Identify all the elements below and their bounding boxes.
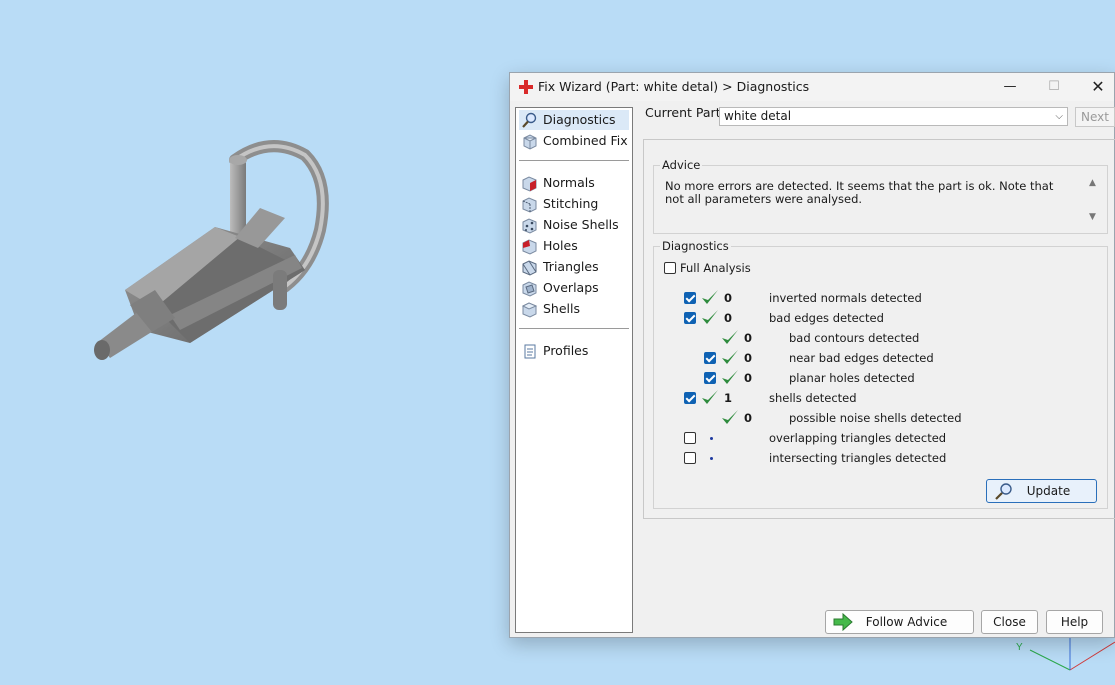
sidebar-item-label: Combined Fix xyxy=(543,133,628,148)
magnifier-icon xyxy=(995,483,1012,500)
check-mark-icon xyxy=(702,290,718,304)
sidebar-item-label: Profiles xyxy=(543,343,589,358)
diag-row-label: bad contours detected xyxy=(789,331,920,345)
arrow-right-icon xyxy=(833,613,853,631)
sidebar-item-label: Overlaps xyxy=(543,280,599,295)
holes-cube-icon xyxy=(522,239,537,255)
axis-triad: Y xyxy=(1016,630,1115,671)
follow-advice-label: Follow Advice xyxy=(865,615,948,629)
inverted-normals-checkbox[interactable] xyxy=(684,292,696,304)
sidebar-item-label: Shells xyxy=(543,301,581,316)
sidebar-item-label: Stitching xyxy=(543,196,599,211)
follow-advice-button[interactable]: Follow Advice xyxy=(825,610,974,634)
close-window-button[interactable]: ✕ xyxy=(1076,73,1115,101)
window-title: Fix Wizard (Part: white detal) > Diagnos… xyxy=(538,79,810,94)
sidebar-item-normals[interactable]: Normals xyxy=(519,173,629,193)
minimize-button[interactable]: — xyxy=(988,73,1032,101)
diag-row-label: shells detected xyxy=(769,391,857,405)
noise-shells-icon xyxy=(522,218,537,234)
diag-row-label: intersecting triangles detected xyxy=(769,451,947,465)
maximize-button[interactable]: ☐ xyxy=(1032,73,1076,101)
diag-row-label: overlapping triangles detected xyxy=(769,431,947,445)
bad-edges-checkbox[interactable] xyxy=(684,312,696,324)
sidebar-item-holes[interactable]: Holes xyxy=(519,236,629,256)
full-analysis-label: Full Analysis xyxy=(680,261,751,275)
count-value: 0 xyxy=(724,291,733,305)
sidebar-item-label: Noise Shells xyxy=(543,217,619,232)
diag-row-label: possible noise shells detected xyxy=(789,411,962,425)
close-button[interactable]: Close xyxy=(981,610,1038,634)
cube-icon xyxy=(523,134,537,150)
check-mark-icon xyxy=(702,390,718,404)
advice-group: Advice No more errors are detected. It s… xyxy=(653,158,1108,234)
check-mark-icon xyxy=(702,310,718,324)
advice-text: No more errors are detected. It seems th… xyxy=(665,179,1054,206)
count-value: 0 xyxy=(724,311,733,325)
sidebar-item-stitching[interactable]: Stitching xyxy=(519,194,629,214)
wizard-sidebar: Diagnostics Combined Fix Normals Stitchi… xyxy=(515,107,633,633)
fix-wizard-dialog: Fix Wizard (Part: white detal) > Diagnos… xyxy=(509,72,1115,638)
sidebar-item-combined-fix[interactable]: Combined Fix xyxy=(519,131,629,151)
sidebar-item-triangles[interactable]: Triangles xyxy=(519,257,629,277)
count-value: 1 xyxy=(724,391,733,405)
chevron-down-icon: ⌵ xyxy=(1055,111,1063,122)
check-mark-icon xyxy=(722,410,738,424)
pending-dot-icon xyxy=(710,457,713,460)
diag-row-label: planar holes detected xyxy=(789,371,915,385)
diag-row-label: inverted normals detected xyxy=(769,291,922,305)
overlaps-cube-icon xyxy=(522,281,537,297)
diag-row-label: near bad edges detected xyxy=(789,351,934,365)
current-part-value: white detal xyxy=(724,109,792,123)
part-3d-model[interactable] xyxy=(80,130,360,380)
triangles-cube-icon xyxy=(522,260,537,276)
current-part-label: Current Part: xyxy=(645,105,725,120)
advice-title: Advice xyxy=(660,158,703,172)
app-cross-icon xyxy=(519,80,533,94)
check-mark-icon xyxy=(722,350,738,364)
advice-scrollbar[interactable]: ▲ ▼ xyxy=(1087,178,1101,224)
document-icon xyxy=(524,344,536,359)
title-bar[interactable]: Fix Wizard (Part: white detal) > Diagnos… xyxy=(510,73,1114,101)
scroll-down-icon[interactable]: ▼ xyxy=(1089,212,1096,222)
pending-dot-icon xyxy=(710,437,713,440)
scroll-up-icon[interactable]: ▲ xyxy=(1089,178,1096,188)
sidebar-separator xyxy=(519,328,629,329)
sidebar-item-label: Holes xyxy=(543,238,578,253)
full-analysis-checkbox[interactable] xyxy=(664,262,676,274)
sidebar-item-overlaps[interactable]: Overlaps xyxy=(519,278,629,298)
magnifier-icon xyxy=(522,112,537,128)
sidebar-separator xyxy=(519,160,629,161)
sidebar-item-label: Diagnostics xyxy=(543,112,616,127)
check-mark-icon xyxy=(722,330,738,344)
next-button[interactable]: Next xyxy=(1075,107,1115,127)
sidebar-item-label: Triangles xyxy=(543,259,599,274)
count-value: 0 xyxy=(744,351,753,365)
count-value: 0 xyxy=(744,371,753,385)
sidebar-item-profiles[interactable]: Profiles xyxy=(519,341,629,361)
shells-checkbox[interactable] xyxy=(684,392,696,404)
update-button[interactable]: Update xyxy=(986,479,1097,503)
intersecting-triangles-checkbox[interactable] xyxy=(684,452,696,464)
help-button[interactable]: Help xyxy=(1046,610,1103,634)
sidebar-item-shells[interactable]: Shells xyxy=(519,299,629,319)
count-value: 0 xyxy=(744,411,753,425)
near-bad-edges-checkbox[interactable] xyxy=(704,352,716,364)
diag-row-label: bad edges detected xyxy=(769,311,884,325)
check-mark-icon xyxy=(722,370,738,384)
sidebar-item-noise-shells[interactable]: Noise Shells xyxy=(519,215,629,235)
planar-holes-checkbox[interactable] xyxy=(704,372,716,384)
diagnostics-title: Diagnostics xyxy=(660,239,731,253)
sidebar-item-diagnostics[interactable]: Diagnostics xyxy=(519,110,629,130)
count-value: 0 xyxy=(744,331,753,345)
diagnostics-group: Diagnostics Full Analysis 0 inverted nor… xyxy=(653,239,1108,509)
update-label: Update xyxy=(1026,484,1071,498)
sidebar-item-label: Normals xyxy=(543,175,595,190)
diagnostics-panel: Advice No more errors are detected. It s… xyxy=(643,139,1115,519)
svg-text:Y: Y xyxy=(1016,642,1023,653)
shells-cube-icon xyxy=(521,302,538,318)
normals-cube-icon xyxy=(522,176,537,192)
current-part-dropdown[interactable]: white detal ⌵ xyxy=(719,107,1068,126)
overlapping-triangles-checkbox[interactable] xyxy=(684,432,696,444)
stitching-cube-icon xyxy=(522,197,537,213)
